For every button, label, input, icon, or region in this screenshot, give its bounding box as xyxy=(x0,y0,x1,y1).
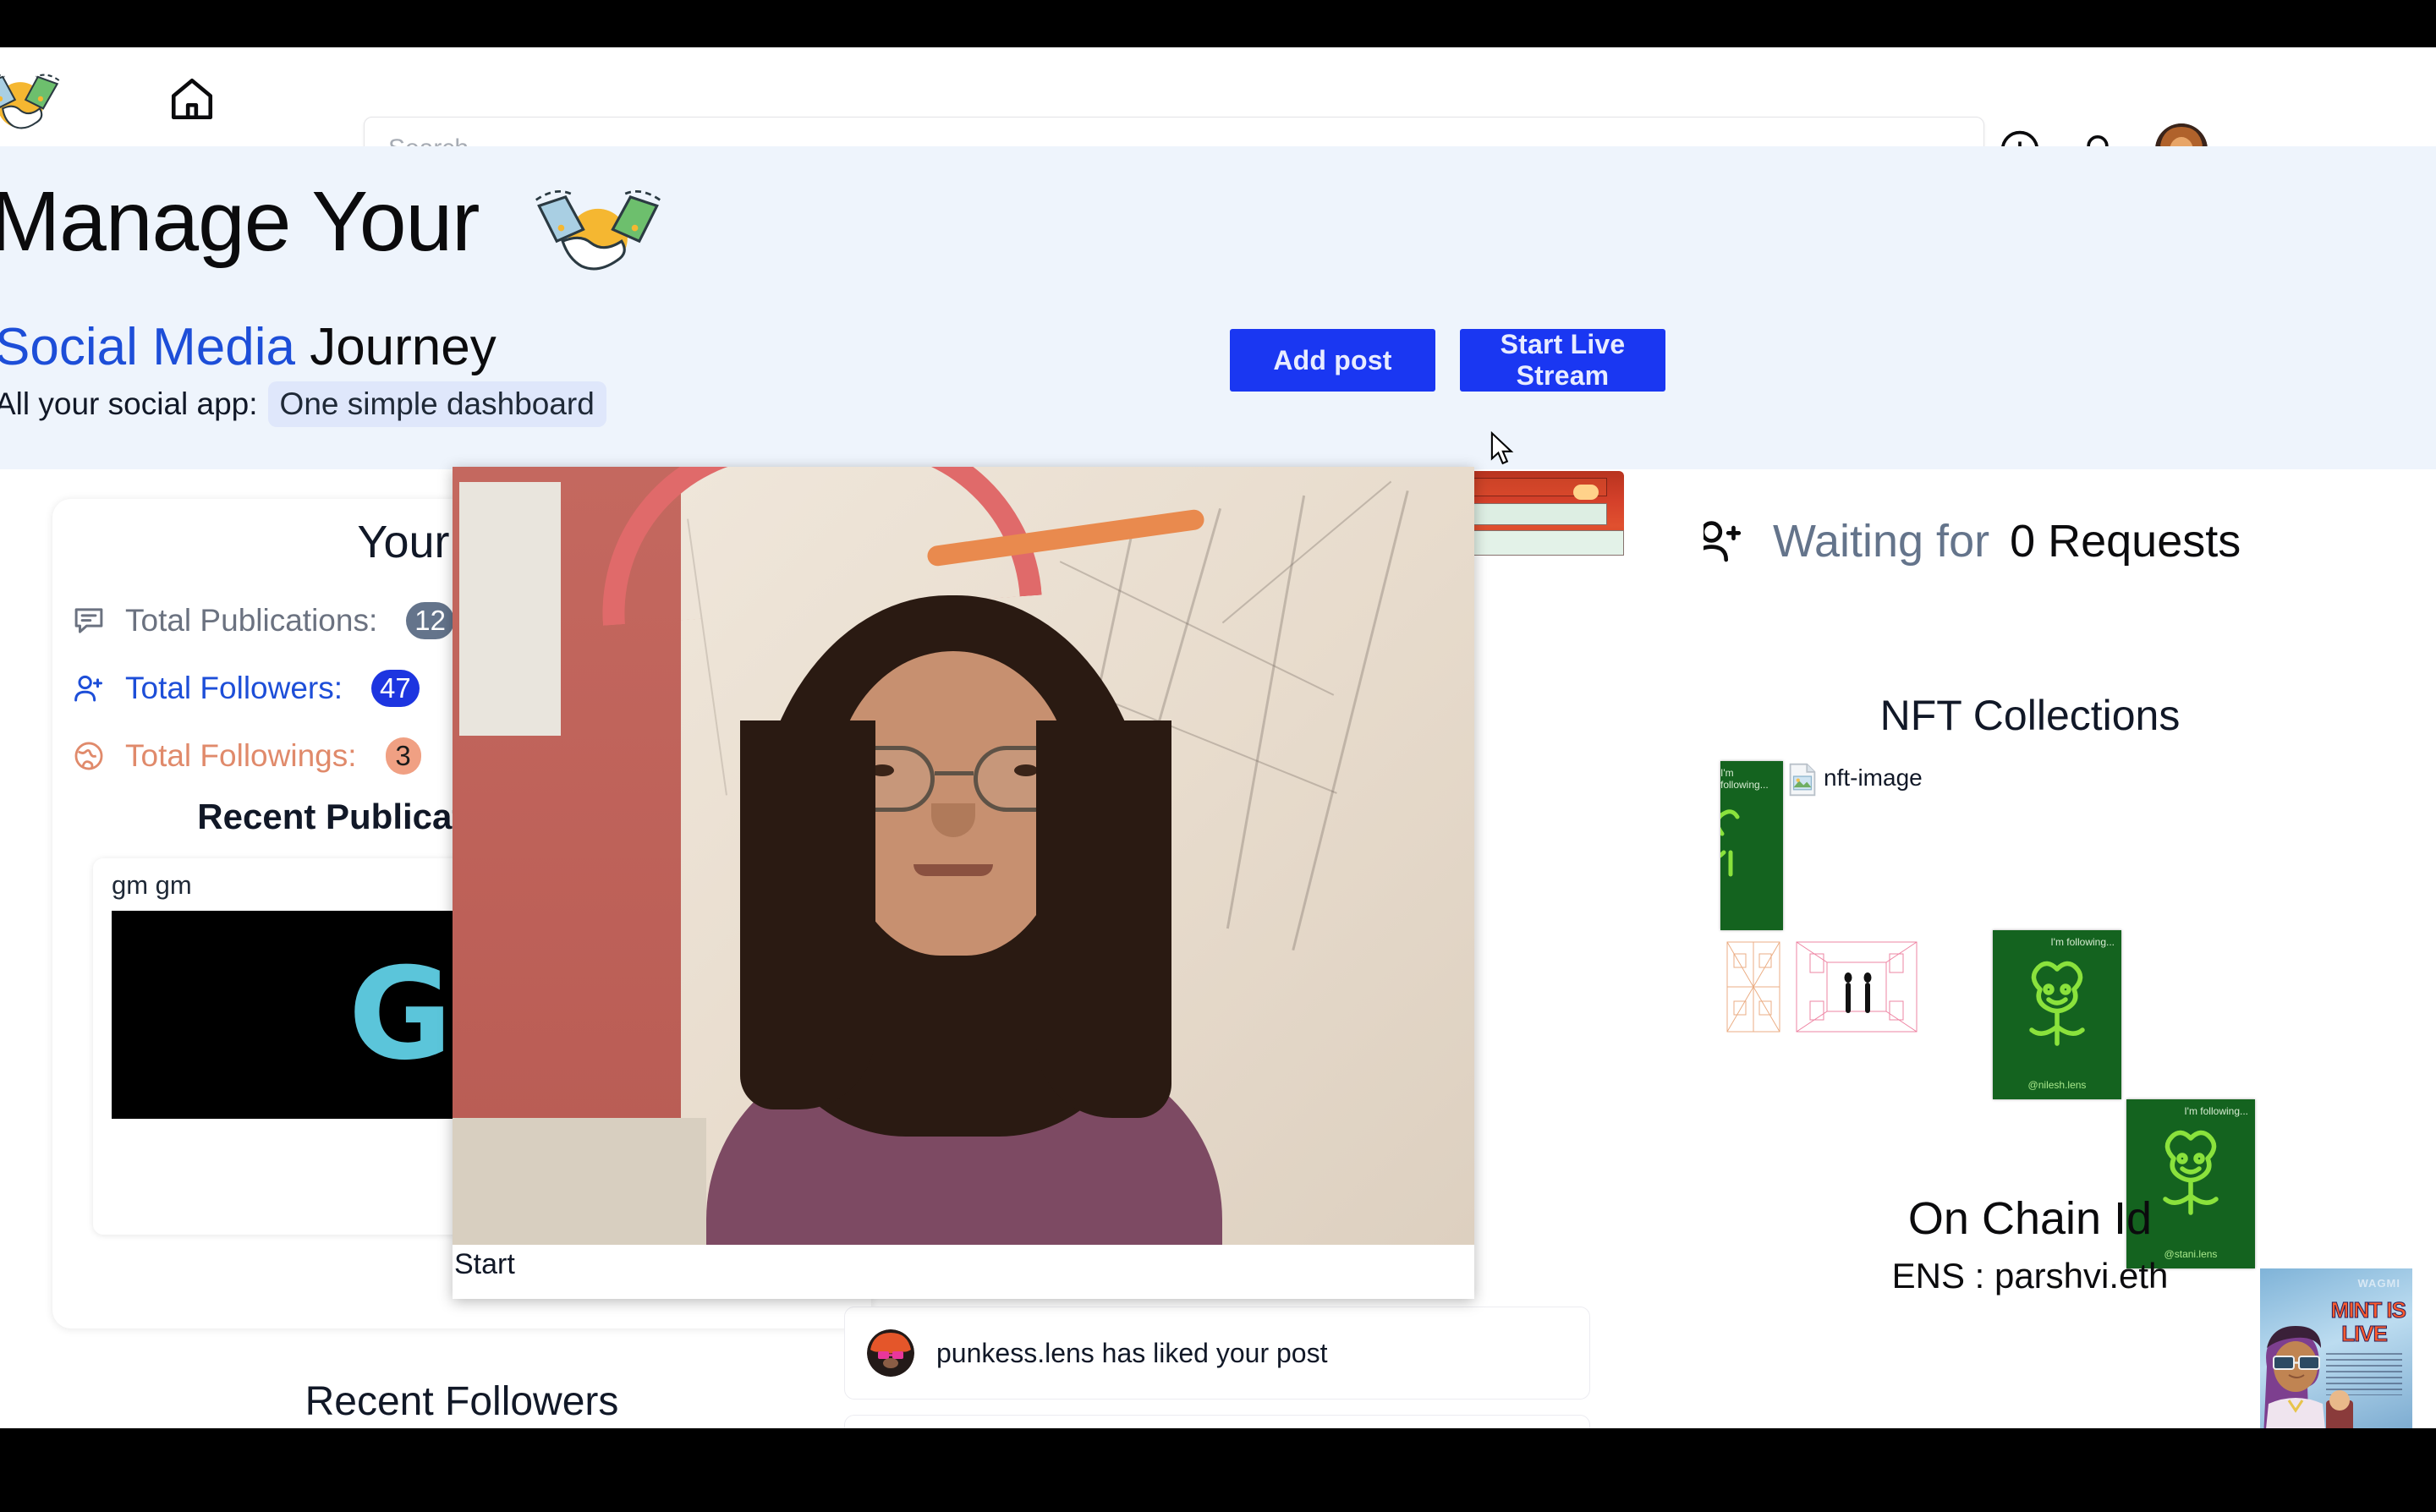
right-panel: Waiting for 0 Requests NFT Collections I… xyxy=(1624,469,2436,1428)
stat-label: Total Publications: xyxy=(125,603,378,638)
nft-row-secondary xyxy=(1724,937,2436,1037)
nft-sketch-orange[interactable] xyxy=(1724,937,1783,1037)
hero-tagline-pill: One simple dashboard xyxy=(267,381,606,427)
home-icon[interactable] xyxy=(166,74,218,123)
notification-item[interactable]: memester-xyz.lens xyxy=(844,1415,1590,1428)
waiting-requests-row: Waiting for 0 Requests xyxy=(1704,513,2241,569)
user-plus-icon xyxy=(1704,513,1753,569)
globe-icon xyxy=(71,738,107,774)
broken-image-icon xyxy=(1788,763,1817,797)
nft-lens-green-1[interactable]: I'm following... xyxy=(1720,761,1783,930)
nft-sketch-pink[interactable] xyxy=(1793,937,1920,1037)
nft-collections-title: NFT Collections xyxy=(1879,692,2181,739)
live-stream-preview[interactable]: Start xyxy=(453,467,1474,1299)
notification-text: punkess.lens has liked your post xyxy=(936,1337,1328,1368)
nft-collections-grid: I'm following... nft-image I'm following… xyxy=(1720,761,2436,1428)
notifications-list: punkess.lens has liked your post xyxy=(844,1307,1590,1428)
hero-tagline-plain: All your social app: xyxy=(0,386,258,421)
notification-item[interactable]: punkess.lens has liked your post xyxy=(844,1307,1590,1400)
hero-tagline: All your social app: One simple dashboar… xyxy=(0,381,606,427)
on-chain-id-title: On Chain Id xyxy=(1907,1193,2153,1244)
stat-total-publications[interactable]: Total Publications: 12 xyxy=(71,602,454,639)
stat-total-followers[interactable]: Total Followers: 47 xyxy=(71,670,420,707)
comment-icon xyxy=(71,603,107,638)
stat-value-badge: 3 xyxy=(385,737,421,775)
nft-following-label: I'm following... xyxy=(1720,767,1769,791)
hero-subtitle-accent: Social Media xyxy=(0,318,295,376)
hero-subtitle-rest: Journey xyxy=(294,318,497,376)
screen-root: Manage Your Social Media Journey All you xyxy=(0,0,2436,1512)
nft-broken-image[interactable]: nft-image xyxy=(1788,763,1923,797)
waiting-count: 0 Requests xyxy=(2010,516,2241,567)
handshake-icon xyxy=(518,185,678,288)
waiting-prefix: Waiting for xyxy=(1773,516,1990,567)
punkess-avatar xyxy=(867,1329,914,1377)
start-live-stream-button[interactable]: Start Live Stream xyxy=(1460,329,1665,392)
user-plus-icon xyxy=(71,671,107,706)
nft-row-primary: I'm following... nft-image I'm following… xyxy=(1720,761,2436,1428)
stat-total-followings[interactable]: Total Followings: 3 xyxy=(71,737,421,775)
top-navbar xyxy=(0,47,2436,180)
stat-value-badge: 12 xyxy=(406,602,454,639)
add-post-button[interactable]: Add post xyxy=(1230,329,1435,392)
browser-viewport: Manage Your Social Media Journey All you xyxy=(0,47,2436,1428)
mouse-cursor-icon xyxy=(1490,430,1516,467)
nft-following-label: I'm following... xyxy=(2184,1105,2248,1117)
handshake-logo-icon[interactable] xyxy=(0,58,64,145)
on-chain-ens-value: ENS : parshvi.eth xyxy=(1891,1256,2169,1296)
page-title: Manage Your xyxy=(0,174,480,269)
webcam-video xyxy=(453,467,1474,1245)
hero-section: Manage Your Social Media Journey All you xyxy=(0,146,2436,469)
stat-label: Total Followings: xyxy=(125,738,357,773)
stat-label: Total Followers: xyxy=(125,671,343,705)
recent-followers-title: Recent Followers xyxy=(304,1379,619,1424)
nft-handle: @nilesh.lens xyxy=(2027,1079,2087,1091)
stat-value-badge: 47 xyxy=(371,670,420,707)
start-stream-label[interactable]: Start xyxy=(453,1248,1474,1281)
nft-broken-image-label: nft-image xyxy=(1824,764,1923,791)
hero-subtitle: Social Media Journey xyxy=(0,317,497,377)
